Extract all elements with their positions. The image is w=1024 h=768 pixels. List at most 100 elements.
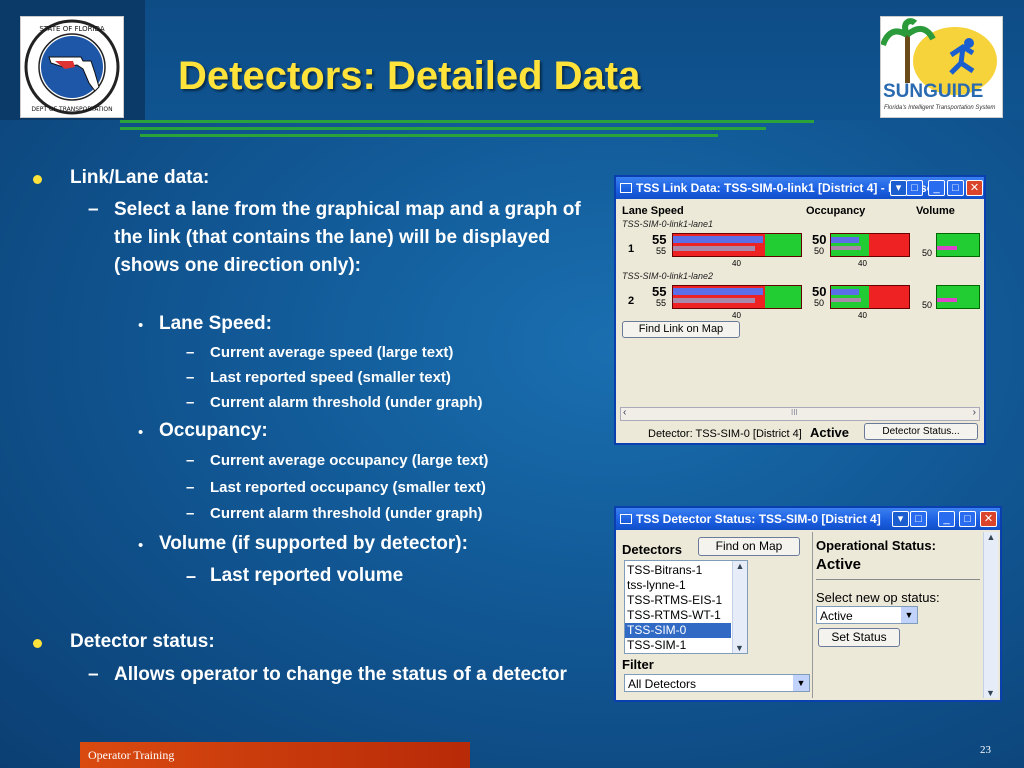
bullet-dot-icon: [33, 175, 42, 184]
detector-label: Detector: TSS-SIM-0 [District 4]: [648, 428, 802, 440]
op-status-value: Active: [816, 556, 862, 573]
window-title: TSS Detector Status: TSS-SIM-0 [District…: [636, 512, 881, 526]
col-occupancy: Occupancy: [806, 205, 866, 217]
app-icon: [620, 183, 632, 193]
dash-icon: –: [186, 479, 195, 496]
filter-label: Filter: [622, 657, 654, 672]
occ-small: 50: [814, 246, 825, 256]
occupancy-graph: [830, 285, 910, 309]
app-icon: [620, 514, 632, 524]
detector-listbox[interactable]: TSS-Bitrans-1 tss-lynne-1 TSS-RTMS-EIS-1…: [624, 560, 748, 654]
svg-text:SUNGUIDE: SUNGUIDE: [883, 81, 983, 102]
new-status-select[interactable]: Active ▼: [816, 606, 918, 624]
speed-big: 55: [652, 284, 667, 299]
dash-icon: –: [186, 369, 195, 386]
sunguide-logo: SUNGUIDE Florida's Intelligent Transport…: [880, 16, 1003, 118]
bullet-link-lane: Link/Lane data:: [70, 167, 210, 188]
restore-icon[interactable]: □: [910, 511, 927, 527]
lane-name: TSS-SIM-0-link1-lane2: [622, 271, 714, 281]
new-status-value: Active: [820, 609, 853, 623]
dash-icon: –: [88, 664, 99, 685]
lane-num: 1: [628, 243, 635, 255]
speed-item: Current alarm threshold (under graph): [210, 394, 483, 411]
maximize-button[interactable]: □: [947, 180, 964, 196]
list-item[interactable]: TSS-RTMS-WT-1: [627, 608, 721, 622]
scroll-up-icon[interactable]: ▲: [733, 561, 747, 571]
minimize-button[interactable]: _: [928, 180, 945, 196]
op-status-label: Operational Status:: [816, 538, 936, 553]
speed-graph: [672, 233, 802, 257]
detector-state: Active: [810, 425, 850, 440]
col-lane-speed: Lane Speed: [622, 205, 684, 217]
dash-icon: –: [186, 394, 195, 411]
title-underline: [120, 120, 814, 123]
speed-small: 55: [656, 298, 667, 308]
svg-text:STATE OF FLORIDA: STATE OF FLORIDA: [39, 25, 104, 33]
filter-select[interactable]: All Detectors ▼: [624, 674, 810, 692]
occ-big: 50: [812, 232, 827, 247]
dash-icon: –: [88, 199, 99, 220]
dash-icon: –: [186, 566, 197, 586]
volume-value: 50: [922, 300, 933, 310]
occupancy-graph: [830, 233, 910, 257]
footer-text: Operator Training: [88, 748, 175, 762]
chevron-down-icon[interactable]: ▼: [901, 607, 917, 623]
chevron-down-icon[interactable]: ▼: [793, 675, 809, 691]
volume-item: Last reported volume: [210, 565, 404, 586]
fdot-logo: STATE OF FLORIDA DEPT OF TRANSPORTATION: [20, 16, 124, 118]
minimize-button[interactable]: _: [938, 511, 955, 527]
dropdown-icon[interactable]: ▾: [892, 511, 909, 527]
close-button[interactable]: ✕: [980, 511, 997, 527]
bullet-volume: Volume (if supported by detector):: [159, 533, 468, 554]
link-data-window: TSS Link Data: TSS-SIM-0-link1 [District…: [614, 175, 986, 445]
dropdown-icon[interactable]: ▾: [890, 180, 907, 196]
col-volume: Volume: [916, 205, 955, 217]
bullet-select-lane: Select a lane from the graphical map and…: [114, 199, 581, 276]
speed-small: 55: [656, 246, 667, 256]
scroll-grip[interactable]: III: [791, 408, 798, 417]
bullet-status-item: Allows operator to change the status of …: [114, 664, 567, 685]
dash-icon: –: [186, 505, 195, 522]
svg-text:Florida's Intelligent Transpor: Florida's Intelligent Transportation Sys…: [884, 105, 995, 111]
list-item[interactable]: TSS-RTMS-EIS-1: [627, 593, 722, 607]
volume-value: 50: [922, 248, 933, 258]
set-status-button[interactable]: Set Status: [818, 628, 900, 647]
speed-big: 55: [652, 232, 667, 247]
occ-threshold: 40: [858, 311, 867, 320]
sunguide-icon: SUNGUIDE Florida's Intelligent Transport…: [880, 18, 997, 111]
vertical-scrollbar[interactable]: ▲ ▼: [983, 532, 998, 698]
scroll-up-icon[interactable]: ▲: [984, 532, 998, 542]
detector-status-button[interactable]: Detector Status...: [864, 423, 978, 440]
volume-graph: [936, 285, 980, 309]
dash-icon: –: [186, 452, 195, 469]
footer-bar: Operator Training: [80, 742, 470, 768]
find-on-map-button[interactable]: Find on Map: [698, 537, 800, 556]
lane-name: TSS-SIM-0-link1-lane1: [622, 219, 714, 229]
maximize-button[interactable]: □: [959, 511, 976, 527]
detectors-label: Detectors: [622, 542, 682, 557]
sub-bullet-icon: •: [138, 537, 144, 554]
scroll-right-icon[interactable]: ›: [973, 407, 976, 418]
scroll-left-icon[interactable]: ‹: [623, 407, 626, 418]
close-button[interactable]: ✕: [966, 180, 983, 196]
sub-bullet-icon: •: [138, 317, 144, 334]
volume-graph: [936, 233, 980, 257]
divider: [812, 532, 813, 698]
speed-item: Current average speed (large text): [210, 344, 454, 361]
list-item[interactable]: tss-lynne-1: [627, 578, 686, 592]
list-item[interactable]: TSS-Bitrans-1: [627, 563, 702, 577]
occ-item: Current alarm threshold (under graph): [210, 505, 483, 522]
horizontal-scrollbar[interactable]: ‹ III ›: [620, 407, 980, 421]
scroll-down-icon[interactable]: ▼: [733, 643, 746, 653]
vertical-scrollbar[interactable]: ▲ ▼: [732, 561, 747, 653]
title-underline: [140, 134, 718, 137]
list-item[interactable]: TSS-SIM-1: [627, 638, 686, 652]
page-number: 23: [980, 744, 991, 756]
occ-item: Last reported occupancy (smaller text): [210, 479, 486, 496]
dash-icon: –: [186, 344, 195, 361]
occ-item: Current average occupancy (large text): [210, 452, 489, 469]
restore-icon[interactable]: □: [906, 180, 923, 196]
find-link-button[interactable]: Find Link on Map: [622, 321, 740, 338]
scroll-down-icon[interactable]: ▼: [984, 688, 997, 698]
list-item-selected[interactable]: TSS-SIM-0: [625, 623, 731, 638]
